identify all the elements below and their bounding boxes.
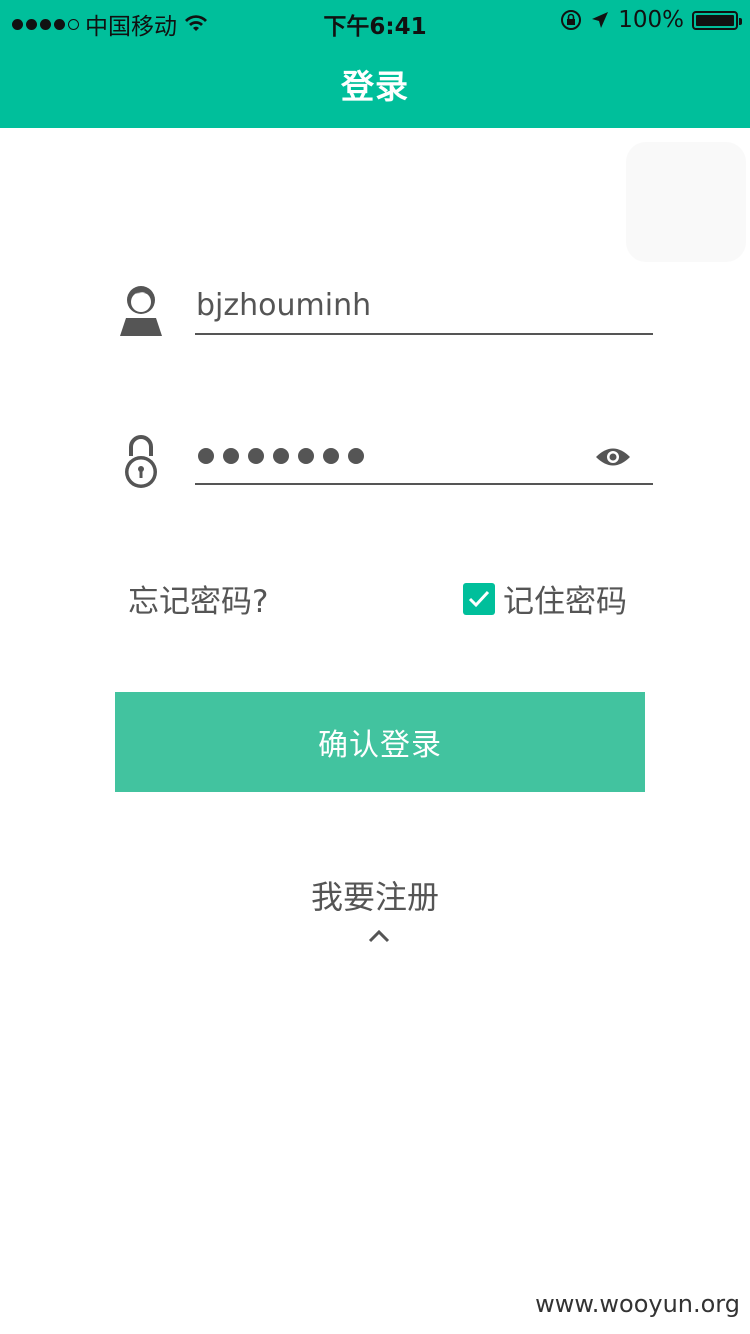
confirm-login-label: 确认登录	[318, 728, 442, 763]
remember-checkbox[interactable]	[463, 582, 495, 615]
user-icon	[120, 286, 162, 336]
location-arrow-icon	[592, 12, 609, 28]
header-bar: 中国移动 下午6:41 100% 登录	[0, 0, 750, 128]
remember-password-toggle[interactable]: 记住密码	[463, 576, 627, 621]
username-underline	[195, 333, 653, 335]
page-title: 登录	[341, 67, 409, 106]
username-input[interactable]: bjzhouminh	[196, 288, 371, 323]
forgot-password-link[interactable]: 忘记密码?	[128, 576, 268, 621]
watermark-text: www.wooyun.org	[535, 1290, 740, 1318]
password-underline	[195, 483, 653, 485]
orientation-lock-icon	[561, 10, 582, 30]
battery-icon	[692, 10, 742, 30]
checkmark-icon	[468, 590, 490, 607]
confirm-login-button[interactable]: 确认登录	[115, 692, 645, 792]
eye-icon[interactable]	[595, 444, 631, 470]
remember-label: 记住密码	[503, 584, 627, 620]
status-right: 100%	[560, 7, 742, 33]
register-link[interactable]: 我要注册	[0, 872, 750, 918]
floating-placeholder-box	[626, 142, 746, 262]
battery-percent: 100%	[618, 7, 684, 33]
status-bar: 中国移动 下午6:41 100%	[0, 0, 750, 40]
chevron-up-icon[interactable]	[367, 928, 391, 944]
password-input[interactable]	[198, 448, 364, 464]
lock-icon	[125, 435, 157, 488]
